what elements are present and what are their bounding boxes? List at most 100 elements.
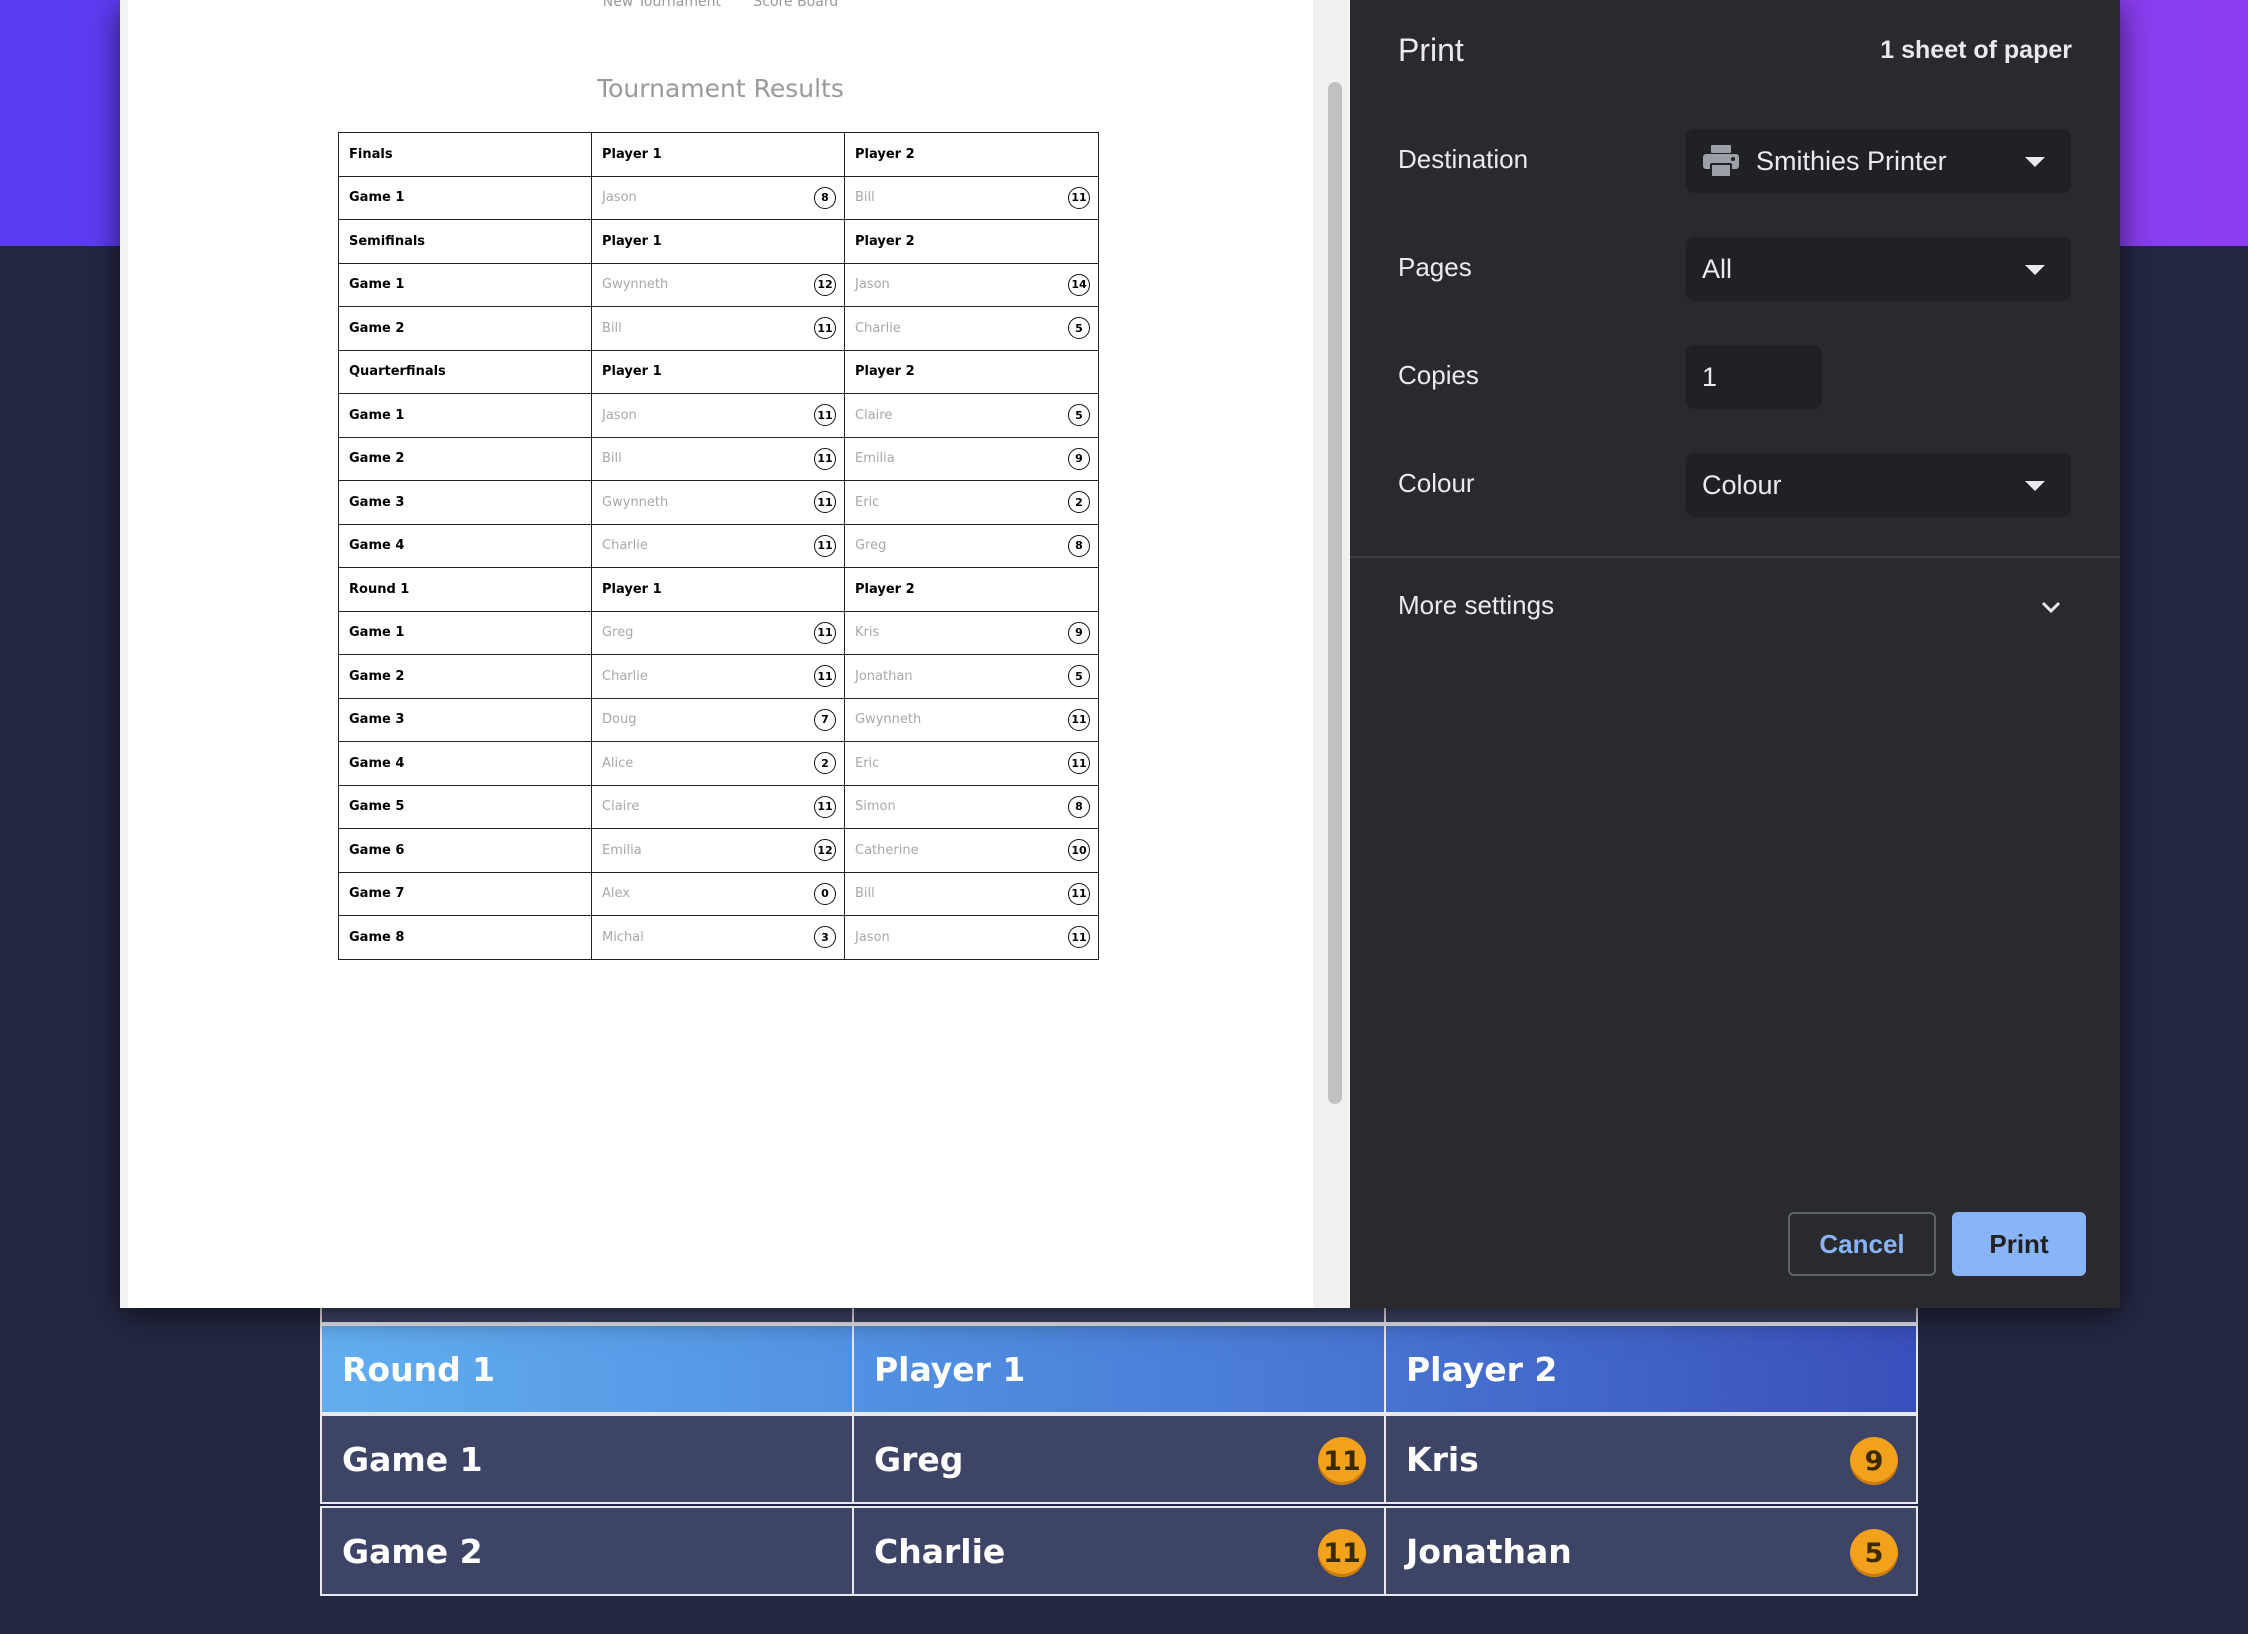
row-label: Game 2: [338, 306, 592, 351]
bg-cell-text: Game 2: [342, 1531, 483, 1571]
player-name: Catherine: [855, 842, 919, 858]
copies-label: Copies: [1398, 360, 1479, 390]
player-cell: Bill 11: [844, 871, 1099, 916]
player-name: Charlie: [855, 320, 901, 336]
player-cell: Gwynneth 11: [844, 697, 1099, 742]
player-cell: Greg 8: [844, 523, 1099, 568]
row-label: Semifinals: [338, 219, 592, 264]
colour-label: Colour: [1398, 468, 1475, 498]
player-name: Kris: [855, 625, 880, 641]
player-name: Jason: [855, 929, 890, 945]
destination-value: Smithies Printer: [1756, 145, 1947, 176]
document-title: Tournament Results: [597, 74, 844, 103]
player-name: Greg: [602, 625, 634, 641]
print-button[interactable]: Print: [1952, 1212, 2086, 1276]
player-cell: Greg 11: [591, 610, 845, 655]
row-label: Quarterfinals: [338, 349, 592, 394]
score-badge: 11: [814, 491, 836, 514]
table-row: Game 2 Bill 11 Charlie 5: [338, 306, 1099, 351]
row-label: Game 1: [338, 262, 592, 307]
table-row: Game 3 Doug 7 Gwynneth 11: [338, 697, 1099, 742]
table-section-header: Round 1 Player 1 Player 2: [338, 567, 1099, 612]
bg-cell: Kris 9: [1384, 1414, 1918, 1504]
score-badge: 11: [814, 404, 836, 427]
cancel-button[interactable]: Cancel: [1788, 1212, 1936, 1276]
player-cell: Alex 0: [591, 871, 845, 916]
score-badge: 11: [814, 795, 836, 818]
colour-value: Colour: [1702, 469, 1782, 500]
destination-select[interactable]: Smithies Printer: [1686, 129, 2071, 193]
score-badge: 2: [1068, 491, 1090, 514]
copies-input[interactable]: 1: [1686, 345, 1822, 409]
bg-cell-text: Game 1: [342, 1439, 483, 1479]
preview-page: New Tournament Score Board Tournament Re…: [128, 0, 1313, 1308]
results-table: Finals Player 1 Player 2 Game 1 Jason 8 Bill 11…: [338, 132, 1099, 960]
column-header: Player 1: [591, 132, 845, 177]
row-label: Game 2: [338, 654, 592, 699]
player-name: Gwynneth: [602, 494, 669, 510]
page-header: New Tournament Score Board: [128, 0, 1313, 10]
chevron-down-icon: [2025, 481, 2045, 491]
player-name: Gwynneth: [855, 712, 922, 728]
score-badge: 5: [1068, 404, 1090, 427]
row-label: Round 1: [338, 567, 592, 612]
column-header: Player 2: [844, 219, 1099, 264]
player-cell: Michal 3: [591, 915, 845, 960]
score-badge: 8: [1068, 795, 1090, 818]
bg-cell: Game 2: [320, 1506, 854, 1596]
colour-select[interactable]: Colour: [1686, 453, 2071, 517]
player-name: Simon: [855, 799, 896, 815]
column-header: Player 1: [591, 219, 845, 264]
player-cell: Bill 11: [591, 306, 845, 351]
player-name: Bill: [855, 190, 875, 206]
pages-value: All: [1702, 253, 1733, 284]
player-name: Bill: [602, 320, 622, 336]
player-cell: Gwynneth 12: [591, 262, 845, 307]
score-badge: 3: [814, 926, 836, 949]
player-cell: Kris 9: [844, 610, 1099, 655]
player-cell: Simon 8: [844, 784, 1099, 829]
expand-more-icon[interactable]: [2038, 594, 2064, 620]
table-row: Game 6 Emilia 12 Catherine 10: [338, 828, 1099, 873]
score-badge: 11: [814, 317, 836, 340]
player-cell: Charlie 5: [844, 306, 1099, 351]
score-badge: 11: [1068, 708, 1090, 731]
bg-cell-text: Charlie: [874, 1531, 1006, 1571]
player-name: Charlie: [602, 668, 648, 684]
row-label: Game 2: [338, 436, 592, 481]
pages-select[interactable]: All: [1686, 237, 2071, 301]
table-row: Game 1 Jason 11 Claire 5: [338, 393, 1099, 438]
row-label: Game 3: [338, 480, 592, 525]
player-cell: Emilia 9: [844, 436, 1099, 481]
player-name: Alex: [602, 886, 630, 902]
player-cell: Bill 11: [844, 175, 1099, 220]
chevron-down-icon: [2025, 157, 2045, 167]
player-cell: Charlie 11: [591, 654, 845, 699]
score-badge: 2: [814, 752, 836, 775]
bg-cell: Player 1: [852, 1324, 1386, 1414]
table-section-header: Semifinals Player 1 Player 2: [338, 219, 1099, 264]
chevron-down-icon: [2025, 265, 2045, 275]
preview-scrollbar-thumb[interactable]: [1328, 82, 1342, 1104]
player-cell: Alice 2: [591, 741, 845, 786]
player-cell: Claire 5: [844, 393, 1099, 438]
player-name: Eric: [855, 494, 880, 510]
table-row: Game 2 Bill 11 Emilia 9: [338, 436, 1099, 481]
player-cell: Bill 11: [591, 436, 845, 481]
score-badge: 11: [814, 621, 836, 644]
score-badge: 11: [1068, 186, 1090, 209]
player-name: Doug: [602, 712, 637, 728]
player-name: Claire: [602, 799, 640, 815]
destination-label: Destination: [1398, 144, 1529, 174]
column-header: Player 1: [591, 567, 845, 612]
player-cell: Doug 7: [591, 697, 845, 742]
more-settings-toggle[interactable]: More settings: [1398, 590, 1554, 621]
table-row: Game 5 Claire 11 Simon 8: [338, 784, 1099, 829]
print-dialog: New Tournament Score Board Tournament Re…: [120, 0, 2120, 1308]
bg-table-row: Game 2 Charlie 11 Jonathan 5: [320, 1506, 1920, 1596]
bg-section-header: Round 1 Player 1 Player 2: [320, 1324, 1920, 1414]
bg-cell: Round 1: [320, 1324, 854, 1414]
player-name: Bill: [602, 451, 622, 467]
score-badge: 11: [814, 665, 836, 688]
score-badge: 8: [814, 186, 836, 209]
